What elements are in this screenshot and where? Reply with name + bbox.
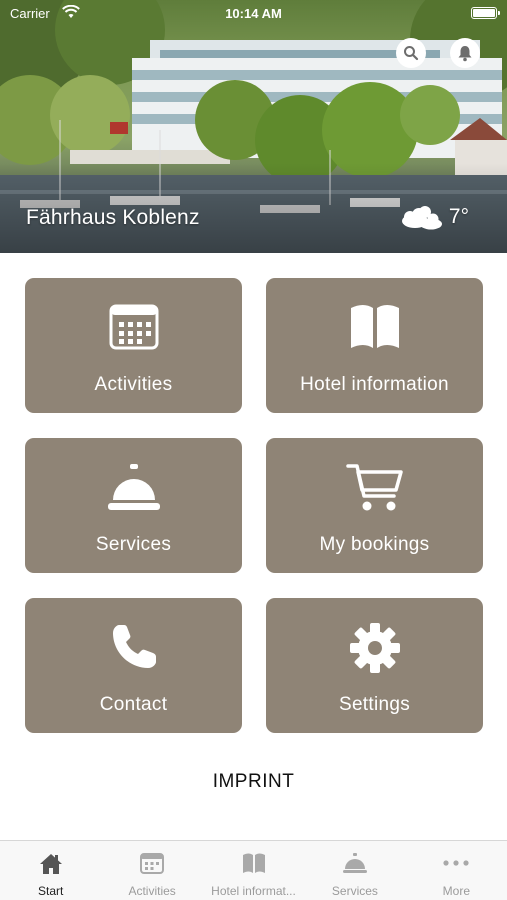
- phone-icon: [25, 622, 242, 672]
- tab-label: Hotel informat...: [211, 884, 296, 898]
- gear-icon: [266, 622, 483, 674]
- tile-label: Contact: [99, 694, 168, 715]
- tab-hotel-information[interactable]: Hotel informat...: [203, 841, 304, 900]
- bell-icon: [458, 45, 472, 61]
- notifications-button[interactable]: [450, 38, 480, 68]
- tab-label: Services: [331, 884, 378, 898]
- tab-start[interactable]: Start: [0, 841, 101, 900]
- clock: 10:14 AM: [225, 6, 282, 21]
- service-bell-icon: [304, 852, 405, 874]
- tab-label: More: [442, 884, 470, 898]
- my-bookings-tile[interactable]: My bookings: [266, 438, 483, 573]
- weather-widget: 7°: [397, 204, 469, 230]
- activities-tile[interactable]: Activities: [25, 278, 242, 413]
- hotel-name: Fährhaus Koblenz: [26, 206, 200, 229]
- tile-label: Settings: [338, 694, 411, 715]
- search-button[interactable]: [396, 38, 426, 68]
- tab-services[interactable]: Services: [304, 841, 405, 900]
- tile-label: My bookings: [319, 534, 430, 555]
- tile-label: Activities: [94, 374, 173, 395]
- tile-label: Hotel information: [300, 374, 449, 395]
- tab-bar: Start Activities Hotel informat... Servi…: [0, 840, 507, 900]
- book-icon: [266, 302, 483, 350]
- home-icon: [0, 852, 101, 876]
- contact-tile[interactable]: Contact: [25, 598, 242, 733]
- calendar-icon: [101, 852, 202, 874]
- calendar-icon: [25, 302, 242, 350]
- tab-label: Activities: [128, 884, 176, 898]
- battery-icon: [471, 7, 500, 19]
- hero-image: Carrier 10:14 AM Fährhaus Koblenz 7°: [0, 0, 507, 253]
- cloud-sun-icon: [401, 206, 442, 230]
- imprint-link[interactable]: IMPRINT: [0, 771, 507, 793]
- cart-icon: [266, 462, 483, 514]
- hotel-information-tile[interactable]: Hotel information: [266, 278, 483, 413]
- service-bell-icon: [25, 462, 242, 512]
- tab-label: Start: [38, 884, 64, 898]
- tab-activities[interactable]: Activities: [101, 841, 202, 900]
- tab-more[interactable]: More: [406, 841, 507, 900]
- tile-label: Services: [95, 534, 172, 555]
- status-bar: Carrier 10:14 AM: [0, 0, 507, 28]
- services-tile[interactable]: Services: [25, 438, 242, 573]
- temperature: 7°: [448, 205, 469, 228]
- book-icon: [203, 852, 304, 874]
- more-icon: [406, 852, 507, 874]
- settings-tile[interactable]: Settings: [266, 598, 483, 733]
- search-icon: [404, 46, 419, 61]
